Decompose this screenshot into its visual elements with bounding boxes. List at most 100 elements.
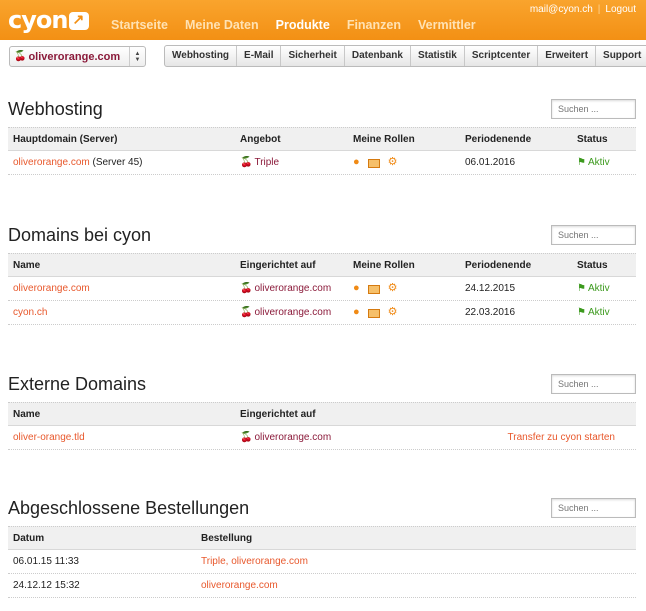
period-end: 24.12.2015 <box>465 283 516 294</box>
product-tabs: Webhosting E-Mail Sicherheit Datenbank S… <box>164 45 646 67</box>
column-header[interactable]: Eingerichtet auf <box>240 260 316 271</box>
owner-role-icon: ● <box>353 156 360 168</box>
tab-scriptcenter[interactable]: Scriptcenter <box>465 46 539 66</box>
select-arrows-icon: ▲ ▼ <box>129 47 145 66</box>
tab-support[interactable]: Support <box>596 46 646 66</box>
roles-cell: ● ⚙ <box>353 156 398 168</box>
column-header[interactable]: Angebot <box>240 134 281 145</box>
flag-icon: ⚑ <box>577 307 586 318</box>
domain-select-value: oliverorange.com <box>28 50 121 63</box>
nav-meine-daten[interactable]: Meine Daten <box>185 18 259 32</box>
domain-link[interactable]: oliverorange.com <box>13 283 90 294</box>
logout-link[interactable]: Logout <box>605 4 636 15</box>
order-link[interactable]: oliverorange.com <box>201 580 278 591</box>
offer-cell: 🍒 Triple <box>240 157 279 168</box>
technical-role-icon: ⚙ <box>387 282 398 294</box>
status-cell: ⚑ Aktiv <box>577 283 610 294</box>
setup-cell: 🍒 oliverorange.com <box>240 307 331 318</box>
nav-startseite[interactable]: Startseite <box>111 18 168 32</box>
search-input[interactable] <box>551 225 636 245</box>
tab-sicherheit[interactable]: Sicherheit <box>281 46 345 66</box>
roles-cell: ● ⚙ <box>353 306 398 318</box>
order-link[interactable]: Triple, oliverorange.com <box>201 556 308 567</box>
tab-erweitert[interactable]: Erweitert <box>538 46 597 66</box>
table-header: Hauptdomain (Server) Angebot Meine Rolle… <box>8 127 636 151</box>
setup-cell: 🍒 oliverorange.com <box>240 432 331 443</box>
status-label: Aktiv <box>587 307 610 318</box>
cherry-icon: 🍒 <box>240 283 253 294</box>
cherry-icon: 🍒 <box>240 307 253 318</box>
cherry-icon: 🍒 <box>240 157 253 168</box>
nav-vermittler[interactable]: Vermittler <box>418 18 476 32</box>
domain-select[interactable]: 🍒 oliverorange.com ▲ ▼ <box>9 46 146 67</box>
status-label: Aktiv <box>587 157 610 168</box>
setup-cell: 🍒 oliverorange.com <box>240 283 331 294</box>
flag-icon: ⚑ <box>577 283 586 294</box>
table-header: Datum Bestellung <box>8 526 636 550</box>
external-domains-table: Name Eingerichtet auf oliver-orange.tld … <box>8 402 636 450</box>
column-header[interactable]: Datum <box>13 533 44 544</box>
search-input[interactable] <box>551 99 636 119</box>
nav-produkte[interactable]: Produkte <box>276 18 330 32</box>
order-date: 06.01.15 11:33 <box>13 556 79 567</box>
tab-email[interactable]: E-Mail <box>237 46 282 66</box>
table-row: 06.01.15 11:33 Triple, oliverorange.com <box>8 550 636 574</box>
main-nav: Startseite Meine Daten Produkte Finanzen… <box>111 18 476 32</box>
column-header: Meine Rollen <box>353 260 415 271</box>
status-label: Aktiv <box>587 283 610 294</box>
transfer-link[interactable]: Transfer zu cyon starten <box>508 432 615 443</box>
status-cell: ⚑ Aktiv <box>577 157 610 168</box>
user-nav: mail@cyon.ch | Logout <box>530 4 636 15</box>
section-title: Externe Domains <box>8 374 147 394</box>
search-input[interactable] <box>551 498 636 518</box>
nav-finanzen[interactable]: Finanzen <box>347 18 401 32</box>
cherry-icon: 🍒 <box>14 51 27 62</box>
billing-role-icon <box>367 308 380 318</box>
column-header[interactable]: Name <box>13 409 40 420</box>
tab-datenbank[interactable]: Datenbank <box>345 46 411 66</box>
section-title: Webhosting <box>8 99 103 119</box>
table-row: oliverorange.com (Server 45) 🍒 Triple ● ⚙… <box>8 151 636 175</box>
table-header: Name Eingerichtet auf <box>8 402 636 426</box>
domain-link[interactable]: oliver-orange.tld <box>13 432 85 443</box>
logo-arrow-icon <box>69 11 90 30</box>
status-cell: ⚑ Aktiv <box>577 307 610 318</box>
column-header[interactable]: Periodenende <box>465 134 531 145</box>
tab-webhosting[interactable]: Webhosting <box>165 46 238 66</box>
column-header[interactable]: Status <box>577 260 608 271</box>
offer-link[interactable]: Triple <box>254 157 279 168</box>
owner-role-icon: ● <box>353 306 360 318</box>
setup-link[interactable]: oliverorange.com <box>254 307 331 318</box>
technical-role-icon: ⚙ <box>387 306 398 318</box>
user-email-link[interactable]: mail@cyon.ch <box>530 4 593 15</box>
webhosting-table: Hauptdomain (Server) Angebot Meine Rolle… <box>8 127 636 175</box>
section-title: Abgeschlossene Bestellungen <box>8 498 250 518</box>
column-header[interactable]: Status <box>577 134 608 145</box>
column-header[interactable]: Hauptdomain (Server) <box>13 134 117 145</box>
logo-text: cyon <box>8 6 68 34</box>
cyon-logo[interactable]: cyon <box>8 6 90 34</box>
domain-link[interactable]: cyon.ch <box>13 307 47 318</box>
server-label: (Server 45) <box>92 157 143 168</box>
billing-role-icon <box>367 284 380 294</box>
setup-link[interactable]: oliverorange.com <box>254 432 331 443</box>
domain-cell: oliverorange.com (Server 45) <box>13 157 143 168</box>
search-input[interactable] <box>551 374 636 394</box>
column-header[interactable]: Name <box>13 260 40 271</box>
domains-table: Name Eingerichtet auf Meine Rollen Perio… <box>8 253 636 325</box>
column-header[interactable]: Periodenende <box>465 260 531 271</box>
order-date: 24.12.12 15:32 <box>13 580 80 591</box>
table-row: oliverorange.com 🍒 oliverorange.com ● ⚙ 2… <box>8 277 636 301</box>
separator: | <box>597 4 601 15</box>
roles-cell: ● ⚙ <box>353 282 398 294</box>
cherry-icon: 🍒 <box>240 432 253 443</box>
period-end: 06.01.2016 <box>465 157 516 168</box>
billing-role-icon <box>367 158 380 168</box>
tab-statistik[interactable]: Statistik <box>411 46 465 66</box>
setup-link[interactable]: oliverorange.com <box>254 283 331 294</box>
table-row: oliver-orange.tld 🍒 oliverorange.com Tran… <box>8 426 636 450</box>
column-header[interactable]: Bestellung <box>201 533 252 544</box>
domain-link[interactable]: oliverorange.com <box>13 157 90 168</box>
column-header[interactable]: Eingerichtet auf <box>240 409 316 420</box>
period-end: 22.03.2016 <box>465 307 516 318</box>
